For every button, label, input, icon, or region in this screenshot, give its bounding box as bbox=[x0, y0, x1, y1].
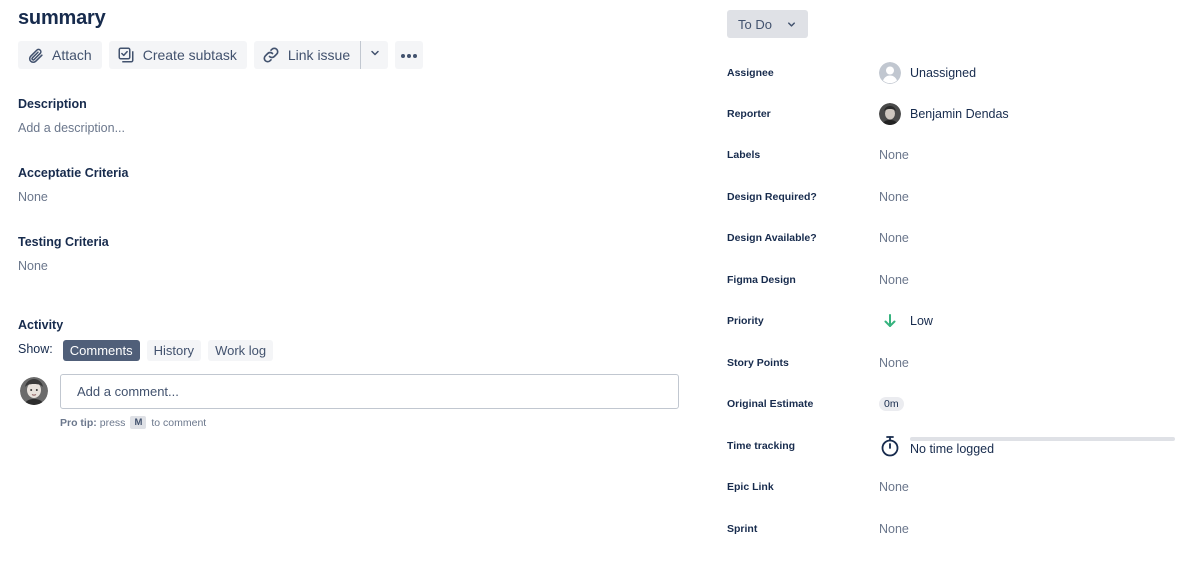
pro-tip-prefix: Pro tip: bbox=[60, 416, 97, 429]
field-label: Story Points bbox=[727, 357, 789, 369]
field-value: None bbox=[879, 522, 909, 536]
field-design-required[interactable]: Design Required? None bbox=[727, 185, 1187, 209]
field-label: Assignee bbox=[727, 67, 774, 79]
issue-summary-title[interactable]: summary bbox=[18, 7, 106, 30]
description-placeholder[interactable]: Add a description... bbox=[18, 121, 125, 135]
time-tracking-bar bbox=[910, 437, 1175, 441]
field-assignee[interactable]: Assignee Unassigned bbox=[727, 61, 1187, 85]
field-label: Design Required? bbox=[727, 191, 817, 203]
person-placeholder-icon bbox=[879, 62, 901, 84]
tab-history[interactable]: History bbox=[146, 340, 202, 361]
field-figma-design[interactable]: Figma Design None bbox=[727, 268, 1187, 292]
field-value: None bbox=[879, 148, 909, 162]
testing-criteria-heading: Testing Criteria bbox=[18, 235, 109, 249]
more-actions-button[interactable] bbox=[395, 41, 424, 69]
description-heading: Description bbox=[18, 97, 87, 111]
priority-value: Low bbox=[910, 314, 933, 328]
acceptance-criteria-value[interactable]: None bbox=[18, 190, 48, 204]
field-original-estimate[interactable]: Original Estimate 0m bbox=[727, 392, 1187, 416]
reporter-avatar bbox=[879, 103, 901, 125]
comment-input[interactable] bbox=[60, 374, 679, 409]
field-label: Epic Link bbox=[727, 481, 774, 493]
assignee-value: Unassigned bbox=[910, 66, 977, 80]
pro-tip: Pro tip: press M to comment bbox=[60, 416, 206, 429]
field-label: Design Available? bbox=[727, 232, 817, 244]
testing-criteria-value[interactable]: None bbox=[18, 259, 48, 273]
arrow-down-icon bbox=[879, 314, 901, 328]
paperclip-icon bbox=[26, 46, 44, 64]
field-story-points[interactable]: Story Points None bbox=[727, 351, 1187, 375]
issue-toolbar: Attach Create subtask Link issue bbox=[18, 41, 424, 69]
avatar bbox=[20, 377, 48, 405]
estimate-badge: 0m bbox=[879, 397, 904, 411]
pro-tip-suffix: to comment bbox=[151, 416, 207, 429]
field-value: None bbox=[879, 190, 909, 204]
field-value: None bbox=[879, 356, 909, 370]
link-issue-dropdown-button[interactable] bbox=[361, 41, 388, 69]
field-value: Unassigned bbox=[879, 62, 976, 84]
reporter-value: Benjamin Dendas bbox=[910, 107, 1009, 121]
field-label: Figma Design bbox=[727, 274, 796, 286]
cut-off-field bbox=[727, 560, 807, 566]
activity-heading: Activity bbox=[18, 318, 64, 332]
ellipsis-icon bbox=[400, 46, 418, 64]
issue-view: summary Attach Create subtask Link issue… bbox=[0, 0, 1200, 566]
show-label: Show: bbox=[18, 341, 53, 356]
link-icon bbox=[262, 46, 280, 64]
link-issue-button[interactable]: Link issue bbox=[254, 41, 360, 69]
field-value: None bbox=[879, 273, 909, 287]
field-label: Reporter bbox=[727, 108, 771, 120]
keyboard-shortcut-key: M bbox=[130, 416, 147, 429]
field-sprint[interactable]: Sprint None bbox=[727, 517, 1187, 541]
field-value: None bbox=[879, 480, 909, 494]
status-dropdown[interactable]: To Do bbox=[727, 10, 808, 38]
chevron-down-icon bbox=[786, 19, 797, 30]
field-label: Priority bbox=[727, 315, 764, 327]
field-epic-link[interactable]: Epic Link None bbox=[727, 475, 1187, 499]
acceptance-criteria-heading: Acceptatie Criteria bbox=[18, 166, 129, 180]
link-issue-label: Link issue bbox=[287, 47, 351, 63]
field-value: Low bbox=[879, 314, 933, 328]
field-label: Original Estimate bbox=[727, 398, 814, 410]
status-label: To Do bbox=[738, 16, 772, 32]
field-label: Time tracking bbox=[727, 440, 796, 452]
link-issue-split-button: Link issue bbox=[253, 41, 389, 69]
time-tracking-value: No time logged bbox=[910, 442, 995, 456]
field-reporter[interactable]: Reporter Benjamin Dendas bbox=[727, 102, 1187, 126]
field-labels[interactable]: Labels None bbox=[727, 143, 1187, 167]
activity-filter: Show: Comments History Work log bbox=[18, 340, 280, 361]
chevron-down-icon bbox=[369, 46, 381, 64]
attach-label: Attach bbox=[52, 47, 92, 63]
field-priority[interactable]: Priority Low bbox=[727, 309, 1187, 333]
create-subtask-label: Create subtask bbox=[142, 47, 237, 63]
field-value: Benjamin Dendas bbox=[879, 103, 1009, 125]
field-design-available[interactable]: Design Available? None bbox=[727, 226, 1187, 250]
pro-tip-press: press bbox=[99, 416, 126, 429]
field-label: Labels bbox=[727, 149, 761, 161]
tab-work-log[interactable]: Work log bbox=[208, 340, 274, 361]
create-subtask-button[interactable]: Create subtask bbox=[108, 41, 247, 69]
stopwatch-icon bbox=[879, 435, 901, 457]
field-value: None bbox=[879, 231, 909, 245]
tab-comments[interactable]: Comments bbox=[62, 340, 140, 361]
checkbox-stack-icon bbox=[117, 46, 135, 64]
attach-button[interactable]: Attach bbox=[18, 41, 102, 69]
field-label: Sprint bbox=[727, 523, 758, 535]
field-value: 0m bbox=[879, 397, 904, 411]
